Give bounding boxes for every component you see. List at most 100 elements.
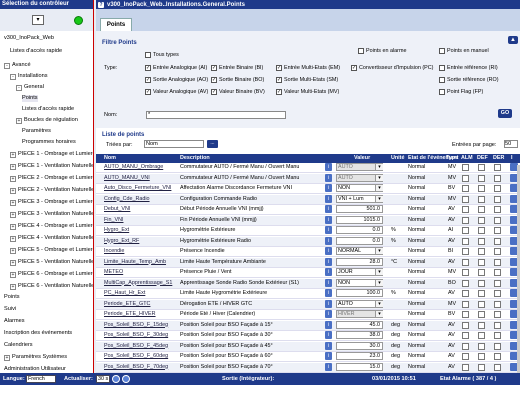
table-row[interactable]: Pos_Soleil_BSO_F_15deg Position Soleil po…: [96, 320, 520, 331]
point-value-field[interactable]: 45.0: [336, 320, 383, 329]
tree-item[interactable]: v300_InoPack_Web: [4, 35, 54, 42]
expand-icon[interactable]: +: [10, 271, 16, 278]
alarm-checkbox[interactable]: [462, 342, 469, 350]
sort-button[interactable]: ...: [207, 140, 218, 148]
info-icon[interactable]: i: [325, 362, 332, 371]
col-valeur[interactable]: Valeur: [354, 155, 370, 161]
chevron-down-icon[interactable]: ▾: [375, 185, 383, 191]
fault-checkbox[interactable]: [478, 311, 485, 318]
expand-icon[interactable]: +: [10, 163, 16, 170]
info-icon[interactable]: i: [325, 173, 332, 182]
override-checkbox[interactable]: [494, 300, 501, 308]
alarm-checkbox[interactable]: [462, 206, 469, 213]
expand-icon[interactable]: +: [16, 117, 22, 124]
point-value-field[interactable]: 28.0: [336, 257, 383, 266]
override-checkbox[interactable]: [494, 353, 501, 360]
table-row[interactable]: Pos_Soleil_BSO_F_60deg Position Soleil po…: [96, 352, 520, 362]
tree-item[interactable]: + PIECE 3 - Ventilation Naturelle: [10, 211, 93, 218]
override-checkbox[interactable]: [494, 237, 501, 245]
point-name-link[interactable]: Pos_Soleil_BSO_F_15deg: [104, 322, 176, 328]
alarm-checkbox[interactable]: [462, 321, 469, 329]
override-checkbox[interactable]: [494, 195, 501, 203]
chevron-down-icon[interactable]: ▾: [375, 269, 383, 275]
table-row[interactable]: MultiCap_Apprentissage_S1 Apprentissage S…: [96, 278, 520, 289]
table-row[interactable]: Periode_ETE_GTC Dérogation ETE / HIVER GT…: [96, 299, 520, 310]
tree-item[interactable]: + PIECE 6 - Ventilation Naturelle: [10, 283, 93, 290]
table-row[interactable]: Fin_VNI Fin Période Annuelle VNI (mmjj) i 1…: [96, 215, 520, 226]
collapse-icon[interactable]: -: [4, 62, 10, 69]
checkmark-icon[interactable]: ✓: [211, 65, 217, 71]
info-icon[interactable]: i: [325, 341, 332, 350]
point-name-link[interactable]: Pos_Soleil_BSO_F_45deg: [104, 343, 176, 349]
point-name-link[interactable]: Fin_VNI: [104, 217, 176, 223]
alarm-checkbox[interactable]: [462, 185, 469, 192]
point-value-field[interactable]: 0.0: [336, 226, 383, 234]
table-row[interactable]: METEO Présence Pluie / Vent i JOUR ▾ Normal MV: [96, 268, 520, 278]
sort-select[interactable]: Nom: [144, 140, 204, 148]
expand-icon[interactable]: +: [10, 235, 16, 242]
fault-checkbox[interactable]: [478, 227, 485, 234]
alarm-checkbox[interactable]: [462, 164, 469, 171]
integrator-logout[interactable]: Sortie (Intégrateur):: [222, 376, 274, 382]
info-icon[interactable]: i: [325, 331, 332, 339]
checkmark-icon[interactable]: ✓: [145, 77, 151, 83]
chevron-down-icon[interactable]: ▾: [375, 300, 383, 307]
fault-checkbox[interactable]: [478, 363, 485, 371]
tree-item[interactable]: - Avancé: [4, 62, 31, 69]
fault-checkbox[interactable]: [478, 174, 485, 182]
point-name-link[interactable]: AUTO_MANU_VNI: [104, 175, 176, 181]
checkmark-icon[interactable]: ✓: [211, 89, 217, 95]
point-value-field[interactable]: 15.0: [336, 362, 383, 371]
override-checkbox[interactable]: [494, 332, 501, 339]
chevron-down-icon[interactable]: ▾: [375, 311, 383, 317]
info-icon[interactable]: [122, 375, 130, 383]
tree-item[interactable]: - General: [16, 84, 44, 91]
point-name-link[interactable]: Periode_ETE_HIVER: [104, 311, 176, 317]
fault-checkbox[interactable]: [478, 248, 485, 255]
expand-icon[interactable]: +: [10, 151, 16, 158]
expand-icon[interactable]: +: [10, 211, 16, 218]
point-value-field[interactable]: 100.0: [336, 289, 383, 297]
info-icon[interactable]: i: [325, 278, 332, 287]
tree-item[interactable]: Listes d'accès rapide: [10, 48, 62, 55]
tree-item[interactable]: - Installations: [10, 73, 48, 80]
col-description[interactable]: Description: [180, 155, 210, 161]
type-filter-checkbox[interactable]: Tous types: [145, 52, 179, 58]
help-icon[interactable]: ?: [98, 1, 104, 8]
col-dft[interactable]: DEF: [477, 155, 488, 161]
table-row[interactable]: Config_Cde_Radio Configuration Commande R…: [96, 194, 520, 205]
type-filter-checkbox[interactable]: ✓ Sortie Multi-Etats (SM): [276, 77, 338, 83]
fault-checkbox[interactable]: [478, 206, 485, 213]
collapse-icon[interactable]: -: [10, 73, 16, 80]
tree-item[interactable]: + PIECE 5 - Ombrage et Lumiere: [10, 247, 93, 254]
col-mod[interactable]: I: [511, 155, 513, 161]
chevron-down-icon[interactable]: ▾: [375, 174, 383, 181]
expand-icon[interactable]: +: [10, 187, 16, 194]
alarm-checkbox[interactable]: [462, 227, 469, 234]
fault-checkbox[interactable]: [478, 185, 485, 192]
expand-icon[interactable]: +: [4, 354, 10, 361]
tree-item[interactable]: + PIECE 1 - Ombrage et Lumiere: [10, 151, 93, 158]
type-filter-checkbox[interactable]: ✓ Sortie Binaire (BO): [211, 77, 264, 83]
point-value-field[interactable]: 38.0: [336, 331, 383, 339]
checkbox-icon[interactable]: [145, 52, 151, 58]
fault-checkbox[interactable]: [478, 164, 485, 171]
alarm-checkbox[interactable]: [462, 237, 469, 245]
info-icon[interactable]: i: [325, 205, 332, 213]
tree-item[interactable]: Points: [4, 294, 20, 301]
info-icon[interactable]: i: [325, 215, 332, 224]
info-icon[interactable]: i: [325, 299, 332, 308]
point-name-link[interactable]: Config_Cde_Radio: [104, 196, 176, 202]
expand-icon[interactable]: +: [10, 259, 16, 266]
alarm-state[interactable]: Etat Alarme ( 387 / 4 ): [440, 376, 496, 382]
point-name-link[interactable]: PC_Haut_Hr_Ext: [104, 290, 176, 296]
table-row[interactable]: Hygro_Ext Hygrométrie Extérieure i 0.0% Norm…: [96, 226, 520, 236]
info-icon[interactable]: i: [325, 236, 332, 245]
type-filter-checkbox[interactable]: Point Flag (FP): [439, 89, 483, 95]
table-row[interactable]: Debut_VNI Début Période Annuelle VNI (mmj…: [96, 205, 520, 215]
checkmark-icon[interactable]: ✓: [145, 89, 151, 95]
collapse-icon[interactable]: -: [16, 84, 22, 91]
alarm-checkbox[interactable]: [462, 174, 469, 182]
override-checkbox[interactable]: [494, 363, 501, 371]
info-icon[interactable]: i: [325, 268, 332, 276]
